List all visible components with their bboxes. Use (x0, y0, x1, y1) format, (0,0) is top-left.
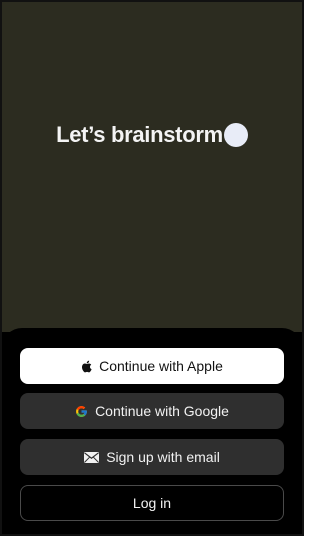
log-in-label: Log in (132, 495, 172, 511)
continue-with-google-button[interactable]: Continue with Google (20, 393, 284, 429)
hero-area: Let’s brainstorm (2, 2, 302, 332)
google-icon (75, 405, 88, 418)
apple-icon (81, 360, 92, 373)
sign-up-with-email-button[interactable]: Sign up with email (20, 439, 284, 475)
continue-with-apple-label: Continue with Apple (99, 358, 223, 374)
app-screen: Let’s brainstorm Continue with Apple Con… (0, 0, 304, 536)
sign-up-with-email-label: Sign up with email (106, 449, 220, 465)
cursor-dot-icon (223, 123, 248, 147)
mail-icon (84, 451, 100, 463)
continue-with-google-label: Continue with Google (95, 403, 229, 419)
tagline-text: Let’s brainstorm (56, 122, 223, 147)
hero-tagline: Let’s brainstorm (2, 122, 302, 148)
auth-sheet: Continue with Apple Continue with Google (2, 328, 302, 534)
log-in-button[interactable]: Log in (20, 485, 284, 521)
continue-with-apple-button[interactable]: Continue with Apple (20, 348, 284, 384)
